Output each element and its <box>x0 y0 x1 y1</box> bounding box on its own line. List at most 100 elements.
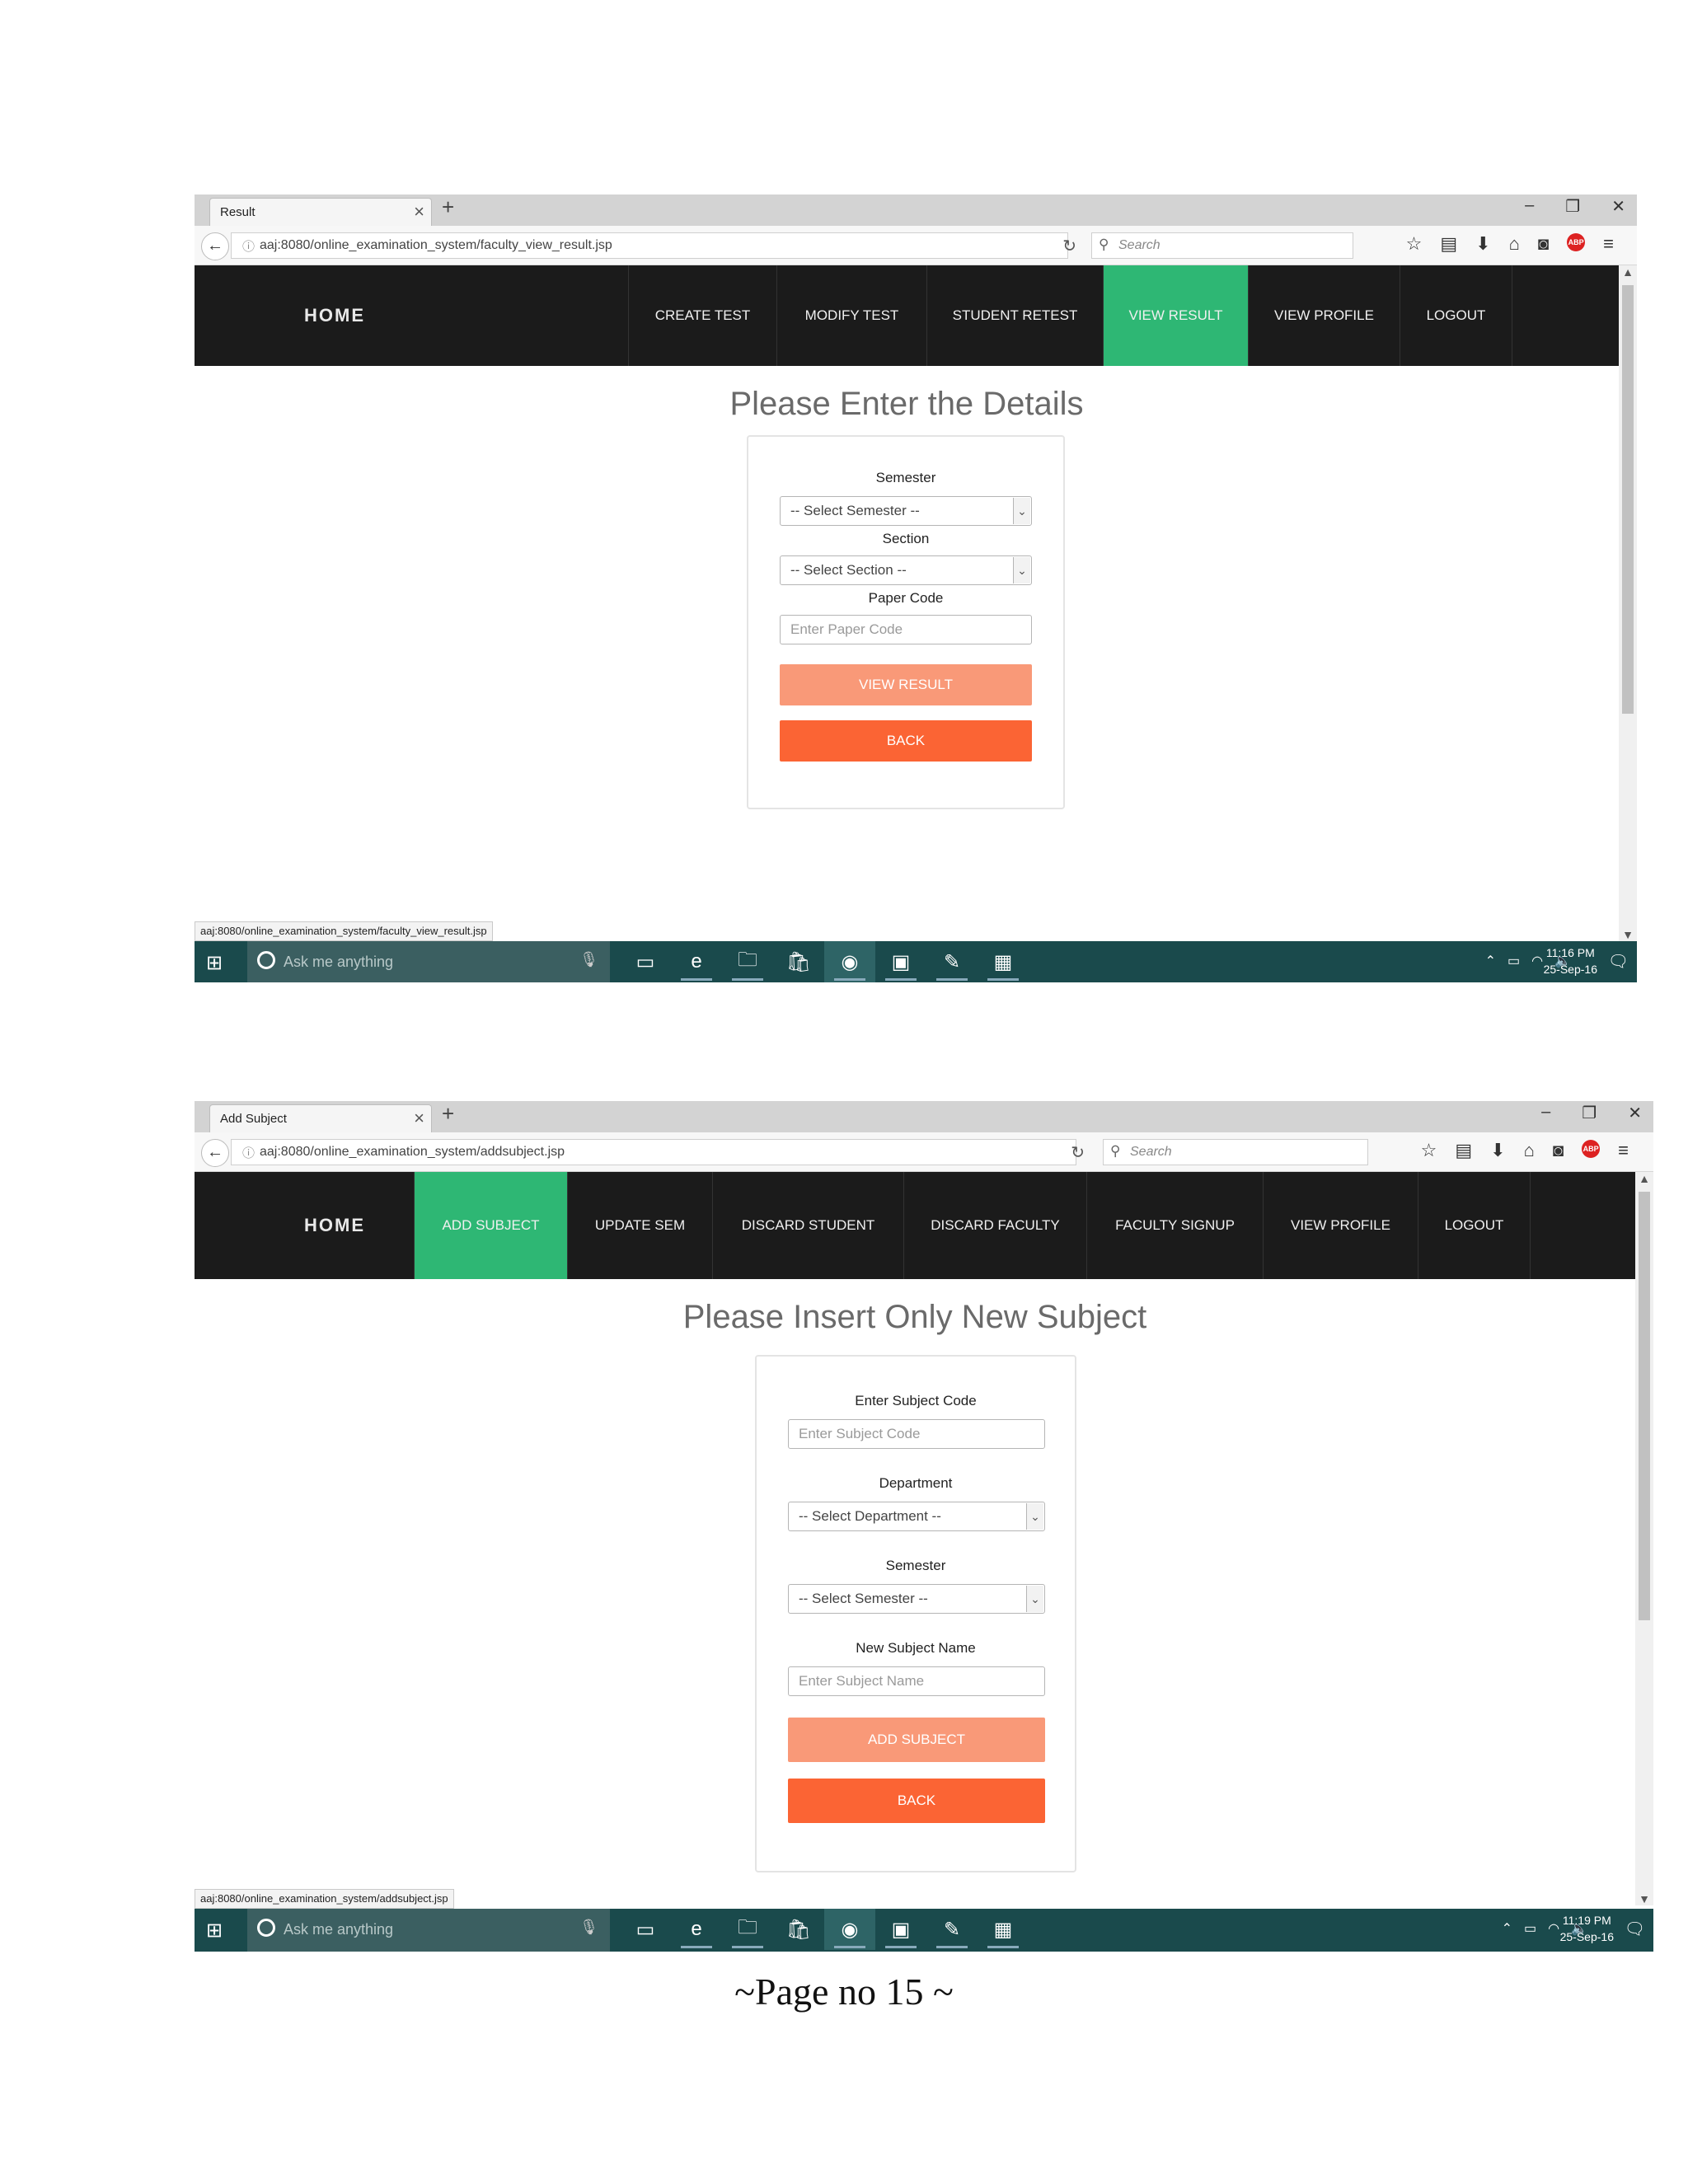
close-window-icon[interactable]: ✕ <box>1611 196 1625 217</box>
nav-logout[interactable]: LOGOUT <box>1418 1172 1530 1279</box>
nav-add-subject[interactable]: ADD SUBJECT <box>414 1172 567 1279</box>
menu-icon[interactable]: ≡ <box>1618 1140 1629 1161</box>
notification-icon[interactable]: 🗨 <box>1608 951 1629 972</box>
nav-create-test[interactable]: CREATE TEST <box>628 265 776 366</box>
adblock-icon[interactable]: ABP <box>1582 1140 1601 1158</box>
firefox-icon[interactable]: ◉ <box>824 941 875 982</box>
info-icon[interactable]: ⓘ <box>242 1144 255 1161</box>
page-scrollbar[interactable]: ▲ ▼ <box>1635 1172 1653 1905</box>
nav-modify-test[interactable]: MODIFY TEST <box>776 265 926 366</box>
restore-icon[interactable]: ❐ <box>1565 196 1580 217</box>
reload-icon[interactable]: ↻ <box>1062 236 1076 256</box>
windows-start-icon[interactable]: ⊞ <box>206 951 223 975</box>
app-icon[interactable]: ▣ <box>875 941 926 982</box>
file-explorer-icon[interactable]: 🗀 <box>722 941 773 982</box>
download-icon[interactable]: ⬇ <box>1475 233 1490 255</box>
task-view-icon[interactable]: ▭ <box>620 1909 671 1950</box>
photos-icon[interactable]: ▦ <box>978 1909 1029 1950</box>
battery-icon[interactable]: ▭ <box>1524 1920 1536 1937</box>
taskbar-clock[interactable]: 11:19 PM 25-Sep-16 <box>1560 1912 1614 1945</box>
nav-logout[interactable]: LOGOUT <box>1400 265 1512 366</box>
restore-icon[interactable]: ❐ <box>1582 1103 1597 1123</box>
close-window-icon[interactable]: ✕ <box>1628 1103 1642 1123</box>
chevron-up-icon[interactable]: ⌃ <box>1485 953 1496 969</box>
subject-name-input[interactable]: Enter Subject Name <box>788 1666 1045 1696</box>
adblock-icon[interactable]: ABP <box>1567 233 1586 251</box>
browser-tab[interactable]: Result × <box>209 198 432 226</box>
nav-discard-faculty[interactable]: DISCARD FACULTY <box>903 1172 1086 1279</box>
reload-icon[interactable]: ↻ <box>1071 1142 1085 1163</box>
pocket-icon[interactable]: ◙ <box>1538 233 1549 255</box>
microphone-icon[interactable]: 🎙 <box>579 951 598 968</box>
photos-icon[interactable]: ▦ <box>978 941 1029 982</box>
paper-code-input[interactable]: Enter Paper Code <box>780 615 1032 644</box>
minimize-icon[interactable]: – <box>1541 1103 1550 1123</box>
task-view-icon[interactable]: ▭ <box>620 941 671 982</box>
bookmark-star-icon[interactable]: ☆ <box>1421 1140 1437 1161</box>
nav-student-retest[interactable]: STUDENT RETEST <box>926 265 1103 366</box>
home-icon[interactable]: ⌂ <box>1524 1140 1535 1161</box>
nav-update-sem[interactable]: UPDATE SEM <box>567 1172 712 1279</box>
subject-code-input[interactable]: Enter Subject Code <box>788 1419 1045 1449</box>
app-icon[interactable]: ▣ <box>875 1909 926 1950</box>
minimize-icon[interactable]: – <box>1525 196 1534 217</box>
wifi-icon[interactable]: ◠ <box>1531 953 1543 969</box>
browser-tab[interactable]: Add Subject × <box>209 1104 432 1132</box>
download-icon[interactable]: ⬇ <box>1490 1140 1505 1161</box>
scroll-up-icon[interactable]: ▲ <box>1619 265 1637 279</box>
battery-icon[interactable]: ▭ <box>1507 953 1520 969</box>
nav-home[interactable]: HOME <box>195 265 475 366</box>
pocket-icon[interactable]: ◙ <box>1553 1140 1564 1161</box>
scroll-thumb[interactable] <box>1622 285 1634 714</box>
scroll-down-icon[interactable]: ▼ <box>1619 928 1637 941</box>
page-scrollbar[interactable]: ▲ ▼ <box>1619 265 1637 941</box>
tab-close-icon[interactable]: × <box>414 1108 424 1129</box>
scroll-thumb[interactable] <box>1639 1192 1650 1620</box>
back-arrow-icon[interactable]: ← <box>201 1139 229 1167</box>
scroll-down-icon[interactable]: ▼ <box>1635 1892 1653 1905</box>
edge-icon[interactable]: e <box>671 941 722 982</box>
new-tab-icon[interactable]: + <box>442 1101 454 1127</box>
address-bar[interactable]: aaj:8080/online_examination_system/addsu… <box>231 1139 1076 1165</box>
cortana-search[interactable]: Ask me anything 🎙 <box>247 1909 610 1952</box>
back-button[interactable]: BACK <box>788 1779 1045 1823</box>
section-select[interactable]: -- Select Section -- ⌄ <box>780 555 1032 585</box>
bookmark-star-icon[interactable]: ☆ <box>1406 233 1423 255</box>
store-icon[interactable]: 🛍 <box>773 1909 824 1950</box>
reading-list-icon[interactable]: ▤ <box>1440 233 1457 255</box>
view-result-button[interactable]: VIEW RESULT <box>780 664 1032 705</box>
search-input[interactable]: ⚲ Search <box>1103 1139 1368 1165</box>
nav-view-profile[interactable]: VIEW PROFILE <box>1248 265 1400 366</box>
new-tab-icon[interactable]: + <box>442 194 454 220</box>
windows-start-icon[interactable]: ⊞ <box>206 1919 223 1943</box>
menu-icon[interactable]: ≡ <box>1603 233 1614 255</box>
nav-view-result[interactable]: VIEW RESULT <box>1103 265 1248 366</box>
nav-faculty-signup[interactable]: FACULTY SIGNUP <box>1086 1172 1263 1279</box>
reading-list-icon[interactable]: ▤ <box>1455 1140 1472 1161</box>
back-arrow-icon[interactable]: ← <box>201 232 229 260</box>
scroll-up-icon[interactable]: ▲ <box>1635 1172 1653 1185</box>
nav-view-profile[interactable]: VIEW PROFILE <box>1263 1172 1418 1279</box>
search-input[interactable]: ⚲ Search <box>1091 232 1353 259</box>
cortana-search[interactable]: Ask me anything 🎙 <box>247 941 610 982</box>
home-icon[interactable]: ⌂ <box>1509 233 1520 255</box>
taskbar-clock[interactable]: 11:16 PM 25-Sep-16 <box>1544 944 1597 977</box>
store-icon[interactable]: 🛍 <box>773 941 824 982</box>
pen-app-icon[interactable]: ✎ <box>926 1909 978 1950</box>
info-icon[interactable]: ⓘ <box>242 237 255 255</box>
back-button[interactable]: BACK <box>780 720 1032 762</box>
edge-icon[interactable]: e <box>671 1909 722 1950</box>
microphone-icon[interactable]: 🎙 <box>579 1919 598 1936</box>
notification-icon[interactable]: 🗨 <box>1625 1919 1645 1939</box>
address-bar[interactable]: aaj:8080/online_examination_system/facul… <box>231 232 1068 259</box>
add-subject-button[interactable]: ADD SUBJECT <box>788 1718 1045 1762</box>
wifi-icon[interactable]: ◠ <box>1548 1920 1559 1937</box>
tab-close-icon[interactable]: × <box>414 201 424 223</box>
department-select[interactable]: -- Select Department -- ⌄ <box>788 1502 1045 1531</box>
firefox-icon[interactable]: ◉ <box>824 1909 875 1950</box>
pen-app-icon[interactable]: ✎ <box>926 941 978 982</box>
nav-discard-student[interactable]: DISCARD STUDENT <box>712 1172 903 1279</box>
file-explorer-icon[interactable]: 🗀 <box>722 1909 773 1950</box>
chevron-up-icon[interactable]: ⌃ <box>1502 1920 1512 1937</box>
semester-select[interactable]: -- Select Semester -- ⌄ <box>788 1584 1045 1614</box>
